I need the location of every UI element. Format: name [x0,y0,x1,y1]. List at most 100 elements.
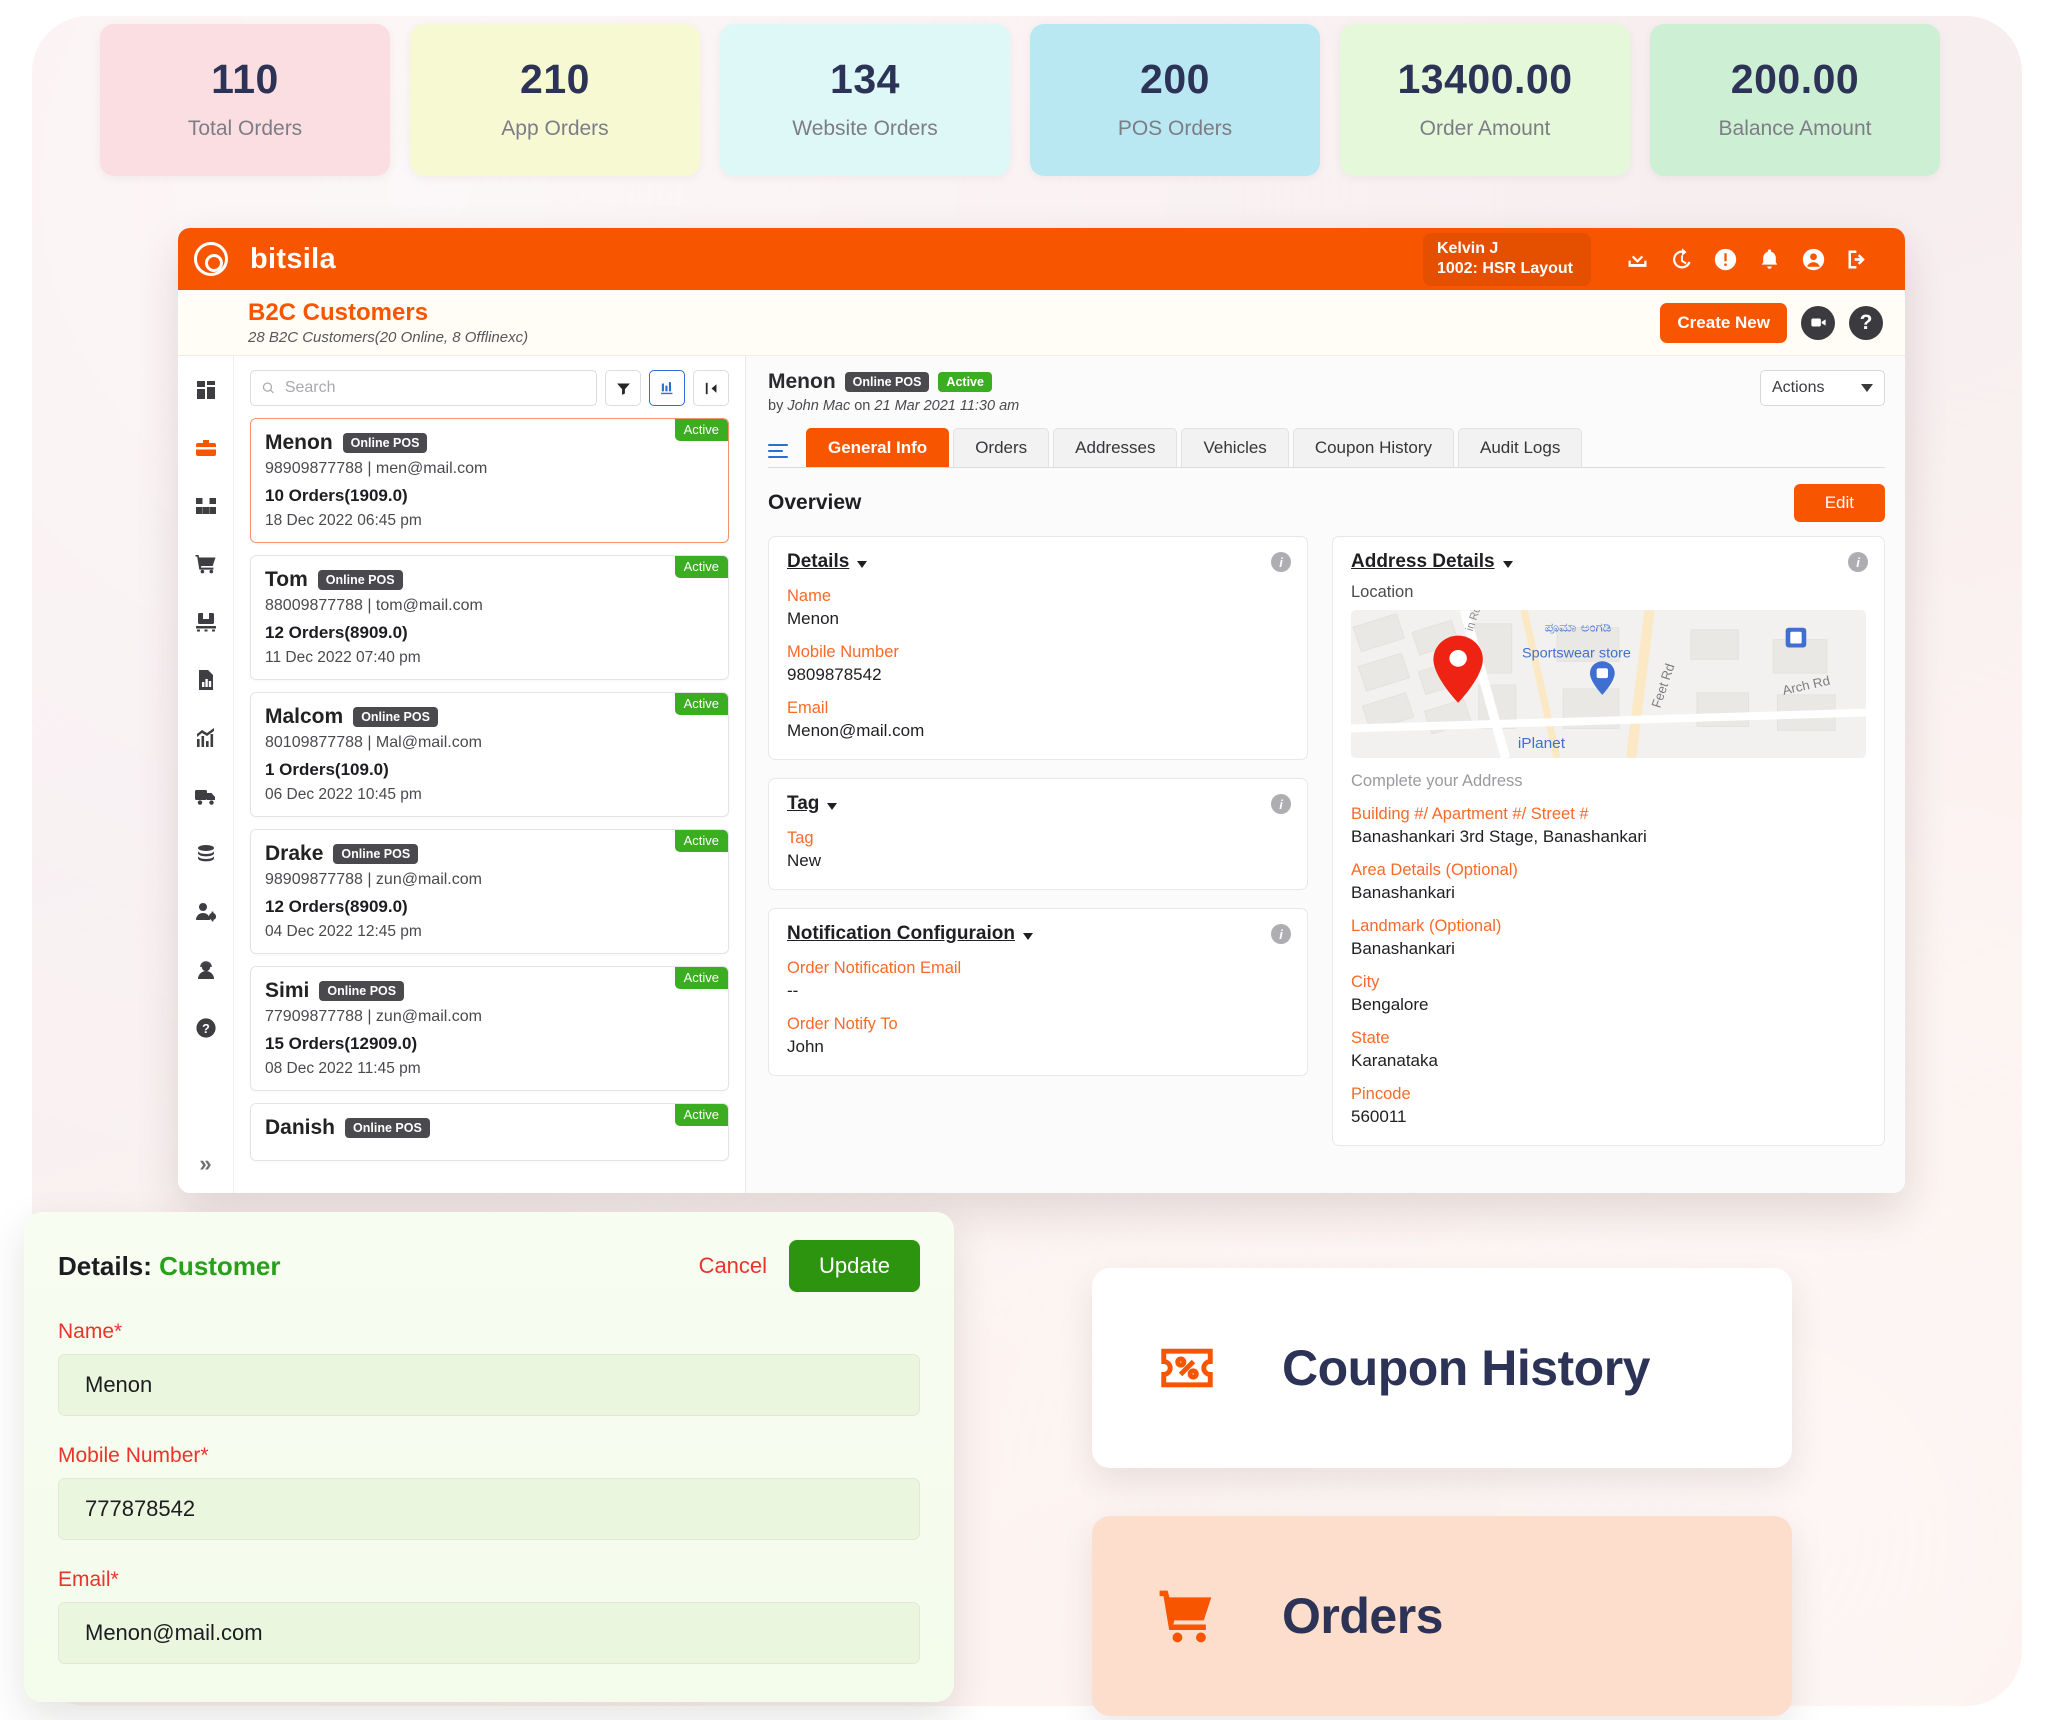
filter-button[interactable] [605,370,641,406]
rail-agent-icon[interactable] [188,952,224,988]
account-icon[interactable] [1791,242,1835,276]
address-card-header[interactable]: Address Details [1351,551,1866,573]
status-badge: Active [674,419,728,441]
tab-general-info[interactable]: General Info [806,428,950,467]
rail-expand-icon[interactable]: » [199,1151,211,1177]
tabs-menu-icon[interactable] [768,443,794,458]
logout-icon[interactable] [1835,242,1879,276]
overview-cards: Details i Name Menon Mobile Number 980987… [768,536,1885,1164]
field-value: Bengalore [1351,995,1429,1014]
video-tutorial-icon[interactable] [1801,305,1835,340]
rail-analytics-icon[interactable] [188,720,224,756]
customer-list-item[interactable]: Active Menon Online POS 98909877788 | me… [250,418,729,543]
page-header: B2C Customers 28 B2C Customers(20 Online… [178,290,1905,356]
tab-addresses[interactable]: Addresses [1053,428,1178,467]
form-field-label: Email* [58,1568,920,1592]
search-box[interactable] [250,370,597,406]
field-label: Name [787,587,832,605]
status-badge: Active [674,556,728,578]
tab-list: General Info Orders Addresses Vehicles Coupo… [806,428,1583,467]
kpi-card: 200 POS Orders [1030,24,1320,176]
update-button[interactable]: Update [789,1240,920,1292]
filter-icon [616,383,630,395]
bell-icon[interactable] [1747,242,1791,276]
cart-icon [1092,1585,1282,1647]
list-toolbar [250,370,729,406]
history-icon[interactable] [1659,242,1703,276]
field: Tag New [787,829,1289,871]
info-icon[interactable]: i [1848,552,1868,572]
rail-coins-icon[interactable] [188,836,224,872]
customer-orders: 1 Orders(109.0) [265,760,389,779]
field-label: Pincode [1351,1085,1411,1103]
rail-help-icon[interactable]: ? [188,1010,224,1046]
kpi-card: 210 App Orders [410,24,700,176]
coupon-history-label: Coupon History [1282,1340,1650,1396]
app-topbar: bitsila Kelvin J 1002: HSR Layout [178,228,1905,290]
notification-card-header[interactable]: Notification Configuraion [787,923,1289,945]
info-icon[interactable]: i [1271,552,1291,572]
tab-coupon-history[interactable]: Coupon History [1292,428,1454,467]
kpi-strip: 110 Total Orders 210 App Orders 134 Websit… [100,24,1940,176]
form-input[interactable]: Menon@mail.com [58,1602,920,1664]
address-fields: Building #/ Apartment #/ Street # Banash… [1351,805,1866,1127]
tab-orders[interactable]: Orders [953,428,1050,467]
rail-inventory-icon[interactable] [188,604,224,640]
help-icon[interactable]: ? [1849,305,1883,340]
collapse-panel-button[interactable] [693,370,729,406]
address-card-title: Address Details [1351,551,1495,572]
coupon-history-card[interactable]: Coupon History [1092,1268,1792,1468]
field-label: Building #/ Apartment #/ Street # [1351,805,1589,823]
create-new-button[interactable]: Create New [1660,302,1787,343]
field: Building #/ Apartment #/ Street # Banash… [1351,805,1866,847]
chevron-down-icon [827,802,838,810]
form-input[interactable]: Menon [58,1354,920,1416]
rail-boxes-icon[interactable] [188,488,224,524]
customer-orders: 10 Orders(1909.0) [265,486,408,505]
cancel-button[interactable]: Cancel [699,1253,767,1279]
rail-cart-icon[interactable] [188,546,224,582]
search-input[interactable] [284,379,586,397]
customer-list-item[interactable]: Active Simi Online POS 77909877788 | zun… [250,966,729,1091]
customer-list-item[interactable]: Active Malcom Online POS 80109877788 | M… [250,692,729,817]
form-title: Details: Customer [58,1251,281,1282]
chevron-down-icon [857,560,868,568]
rail-dashboard-icon[interactable] [188,372,224,408]
tab-vehicles[interactable]: Vehicles [1181,428,1289,467]
alert-icon[interactable] [1703,242,1747,276]
page-title: B2C Customers [248,299,429,326]
edit-button[interactable]: Edit [1793,484,1885,522]
info-icon[interactable]: i [1271,924,1291,944]
app-body: ?» Search Active Menon Online POS 989098… [178,356,1905,1193]
location-map[interactable]: in Rd Feet Rd Arch Rd ಪೂಮಾ ಅಂಗಡಿ Sportsw… [1351,610,1866,758]
tab-audit-logs[interactable]: Audit Logs [1457,428,1583,467]
field-label: Order Notify To [787,1015,898,1033]
info-icon[interactable]: i [1271,794,1291,814]
user-store-box[interactable]: Kelvin J 1002: HSR Layout [1422,232,1591,286]
field: Email Menon@mail.com [787,699,1289,741]
rail-briefcase-icon[interactable] [188,430,224,466]
required-marker: * [114,1320,123,1343]
channel-chip: Online POS [345,1118,430,1138]
rail-report-icon[interactable] [188,662,224,698]
details-fields: Name Menon Mobile Number 9809878542 Email … [787,587,1289,741]
form-input[interactable]: 777878542 [58,1478,920,1540]
customer-name: Simi [265,979,310,1002]
user-name: Kelvin J [1436,239,1499,257]
actions-dropdown[interactable]: Actions [1760,370,1885,406]
kpi-value: 200.00 [1730,56,1860,102]
rail-user-settings-icon[interactable] [188,894,224,930]
details-card-header[interactable]: Details [787,551,1289,573]
customer-list-item[interactable]: Active Danish Online POS [250,1103,729,1161]
field-value: 560011 [1351,1107,1407,1126]
download-icon[interactable] [1615,242,1659,276]
customer-list-item[interactable]: Active Tom Online POS 88009877788 | tom@… [250,555,729,680]
sort-button[interactable] [649,370,685,406]
rail-truck-icon[interactable] [188,778,224,814]
customer-list-item[interactable]: Active Drake Online POS 98909877788 | zu… [250,829,729,954]
kpi-label: App Orders [501,117,609,140]
kpi-value: 200 [1140,56,1210,102]
tag-card-header[interactable]: Tag [787,793,1289,815]
svg-text:?: ? [202,1021,210,1036]
orders-card[interactable]: Orders [1092,1516,1792,1716]
